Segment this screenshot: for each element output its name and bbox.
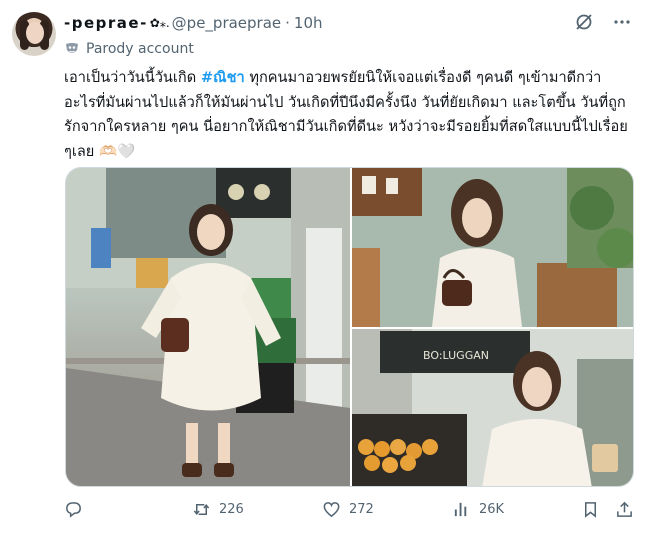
reply-button[interactable]: [64, 500, 91, 519]
media-grid: BO:LUGGAN: [65, 167, 634, 487]
parody-label: Parody account: [64, 40, 194, 58]
timestamp[interactable]: 10h: [294, 14, 323, 32]
tweet-header: -peprae- ✿⁎. @pe_praeprae · 10h: [64, 12, 323, 34]
retweet-button[interactable]: 226: [192, 500, 244, 519]
views-count: 26K: [479, 502, 505, 517]
heart-icon: [323, 502, 340, 518]
hashtag-link[interactable]: #ณิชา: [201, 69, 245, 86]
views-icon: [454, 502, 467, 517]
shop-sign-text: BO:LUGGAN: [423, 349, 489, 362]
photo-3-scene: BO:LUGGAN: [352, 329, 633, 486]
like-button[interactable]: 272: [322, 500, 374, 519]
tweet: -peprae- ✿⁎. @pe_praeprae · 10h Parody a…: [0, 0, 646, 538]
display-name[interactable]: -peprae-: [64, 14, 148, 32]
bookmark-button[interactable]: [581, 500, 608, 519]
parody-label-text: Parody account: [86, 41, 194, 57]
share-button[interactable]: [615, 500, 642, 519]
like-count: 272: [349, 502, 374, 517]
parody-mask-icon: [66, 43, 78, 53]
tweet-text: เอาเป็นว่าวันนี้วันเกิด #ณิชา ทุกคนมาอวย…: [64, 66, 632, 164]
photo-1[interactable]: [66, 168, 350, 486]
separator-dot: ·: [285, 14, 290, 32]
name-symbols: ✿⁎.: [149, 16, 170, 30]
photo-2-scene: [352, 168, 633, 327]
more-icon[interactable]: [612, 12, 632, 32]
photo-3[interactable]: BO:LUGGAN: [352, 329, 633, 486]
retweet-count: 226: [219, 502, 244, 517]
avatar[interactable]: [12, 12, 56, 56]
avatar-face: [26, 22, 44, 44]
views-button[interactable]: 26K: [452, 500, 504, 519]
share-icon: [617, 501, 632, 517]
tweet-text-part1: เอาเป็นว่าวันนี้วันเกิด: [64, 69, 201, 86]
top-actions: [574, 12, 632, 32]
photo-1-scene: [66, 168, 350, 486]
reply-icon: [66, 502, 81, 518]
bookmark-icon: [584, 502, 597, 518]
user-handle[interactable]: @pe_praeprae: [172, 14, 281, 32]
tweet-actions: 226 272 26K: [64, 500, 634, 524]
retweet-icon: [193, 503, 210, 516]
grok-icon[interactable]: [574, 12, 594, 32]
photo-2[interactable]: [352, 168, 633, 327]
